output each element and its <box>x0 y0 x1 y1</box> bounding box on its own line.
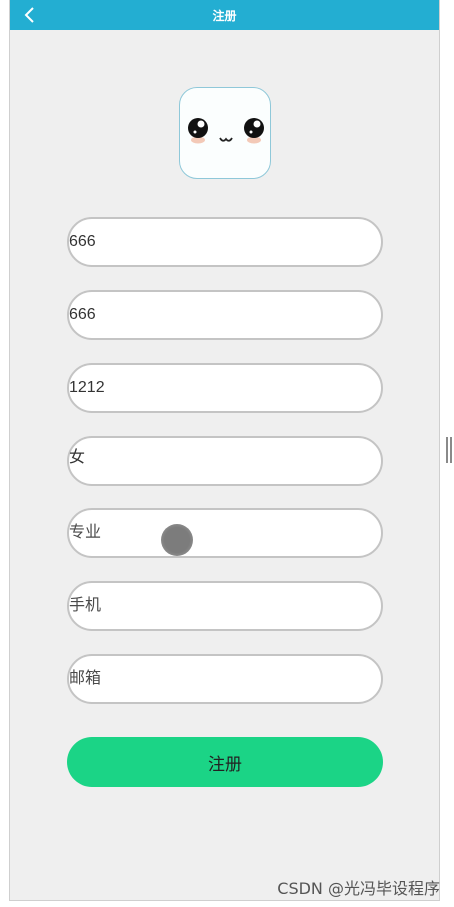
avatar <box>179 87 271 179</box>
header-bar: 注册 <box>10 0 439 30</box>
major-field[interactable] <box>67 508 383 558</box>
cute-face-icon <box>188 118 264 144</box>
password-field[interactable] <box>67 290 383 340</box>
register-button[interactable]: 注册 <box>67 737 383 787</box>
phone-input[interactable] <box>69 583 381 629</box>
gender-input[interactable] <box>69 438 381 484</box>
email-field[interactable] <box>67 654 383 704</box>
username-input[interactable] <box>69 219 381 265</box>
password-input[interactable] <box>69 292 381 338</box>
watermark-text: CSDN @光冯毕设程序 <box>277 879 440 898</box>
touch-cursor-indicator <box>161 524 193 556</box>
username-field[interactable] <box>67 217 383 267</box>
app-screen: 注册 注册 <box>9 0 440 901</box>
page-title: 注册 <box>212 9 237 23</box>
gender-field[interactable] <box>67 436 383 486</box>
email-input[interactable] <box>69 656 381 702</box>
phone-field[interactable] <box>67 581 383 631</box>
major-input[interactable] <box>69 510 381 556</box>
resize-handle[interactable] <box>446 437 452 463</box>
class-input[interactable] <box>69 365 381 411</box>
class-field[interactable] <box>67 363 383 413</box>
